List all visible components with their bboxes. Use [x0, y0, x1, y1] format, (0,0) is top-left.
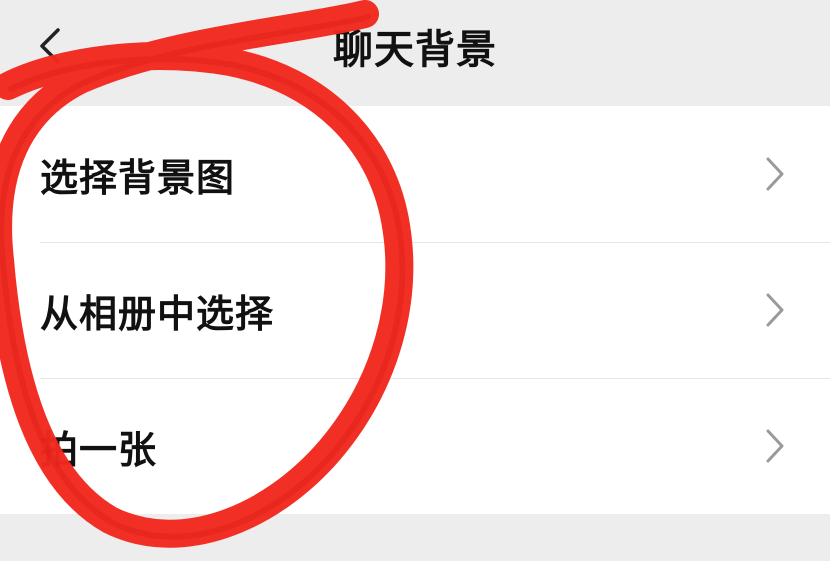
menu-item-select-background[interactable]: 选择背景图 [0, 106, 830, 242]
chevron-right-icon [766, 429, 784, 463]
chevron-right-icon [766, 157, 784, 191]
page-title: 聊天背景 [333, 27, 497, 73]
menu-item-label: 从相册中选择 [40, 291, 275, 336]
bottom-gap [0, 514, 830, 561]
navigation-bar: 聊天背景 [0, 0, 830, 104]
menu-item-label: 选择背景图 [40, 155, 236, 200]
menu-item-choose-from-album[interactable]: 从相册中选择 [0, 242, 830, 378]
menu-item-label: 拍一张 [40, 427, 158, 472]
chevron-right-icon [766, 293, 784, 327]
menu-list: 选择背景图 从相册中选择 拍一张 [0, 106, 830, 514]
menu-item-take-photo[interactable]: 拍一张 [0, 378, 830, 514]
